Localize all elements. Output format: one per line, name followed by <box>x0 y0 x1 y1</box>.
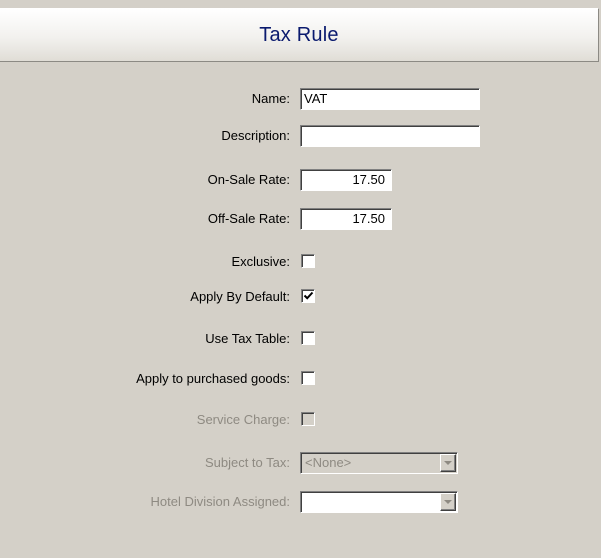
service-charge-label: Service Charge: <box>196 412 290 427</box>
apply-by-default-checkbox[interactable] <box>301 289 315 303</box>
name-row: Name: VAT <box>0 87 601 111</box>
description-field[interactable] <box>300 125 480 147</box>
apply-to-purchased-goods-label: Apply to purchased goods: <box>136 371 290 386</box>
exclusive-row: Exclusive: <box>0 250 601 274</box>
service-charge-row: Service Charge: <box>0 408 601 432</box>
apply-by-default-row: Apply By Default: <box>0 285 601 309</box>
on-sale-rate-row: On-Sale Rate: 17.50 <box>0 168 601 192</box>
use-tax-table-checkbox[interactable] <box>301 331 315 345</box>
subject-to-tax-dropdown-button[interactable] <box>440 454 456 472</box>
checkmark-icon <box>303 291 314 300</box>
description-label: Description: <box>221 128 290 143</box>
hotel-division-assigned-select[interactable] <box>300 491 458 513</box>
on-sale-rate-label: On-Sale Rate: <box>207 172 290 187</box>
on-sale-rate-field[interactable]: 17.50 <box>300 169 392 191</box>
subject-to-tax-label: Subject to Tax: <box>204 455 290 470</box>
exclusive-label: Exclusive: <box>231 254 290 269</box>
apply-to-purchased-goods-checkbox[interactable] <box>301 371 315 385</box>
off-sale-rate-field[interactable]: 17.50 <box>300 208 392 230</box>
use-tax-table-label: Use Tax Table: <box>205 331 290 346</box>
exclusive-checkbox[interactable] <box>301 254 315 268</box>
use-tax-table-row: Use Tax Table: <box>0 327 601 351</box>
apply-to-purchased-goods-row: Apply to purchased goods: <box>0 367 601 391</box>
tax-rule-window: Tax Rule Name: VAT Description: On-Sale … <box>0 0 601 558</box>
subject-to-tax-value: <None> <box>305 455 352 470</box>
name-field[interactable]: VAT <box>300 88 480 110</box>
hotel-division-assigned-label: Hotel Division Assigned: <box>150 494 290 509</box>
title-bar: Tax Rule <box>0 8 599 62</box>
page-title: Tax Rule <box>259 23 339 46</box>
subject-to-tax-select[interactable]: <None> <box>300 452 458 474</box>
hotel-division-assigned-row: Hotel Division Assigned: <box>0 490 601 514</box>
off-sale-rate-row: Off-Sale Rate: 17.50 <box>0 207 601 231</box>
chevron-down-icon <box>444 461 452 465</box>
hotel-division-dropdown-button[interactable] <box>440 493 456 511</box>
service-charge-checkbox[interactable] <box>301 412 315 426</box>
description-row: Description: <box>0 124 601 148</box>
subject-to-tax-row: Subject to Tax: <None> <box>0 451 601 475</box>
apply-by-default-label: Apply By Default: <box>190 289 290 304</box>
name-label: Name: <box>251 91 290 106</box>
off-sale-rate-label: Off-Sale Rate: <box>207 211 290 226</box>
chevron-down-icon <box>444 500 452 504</box>
